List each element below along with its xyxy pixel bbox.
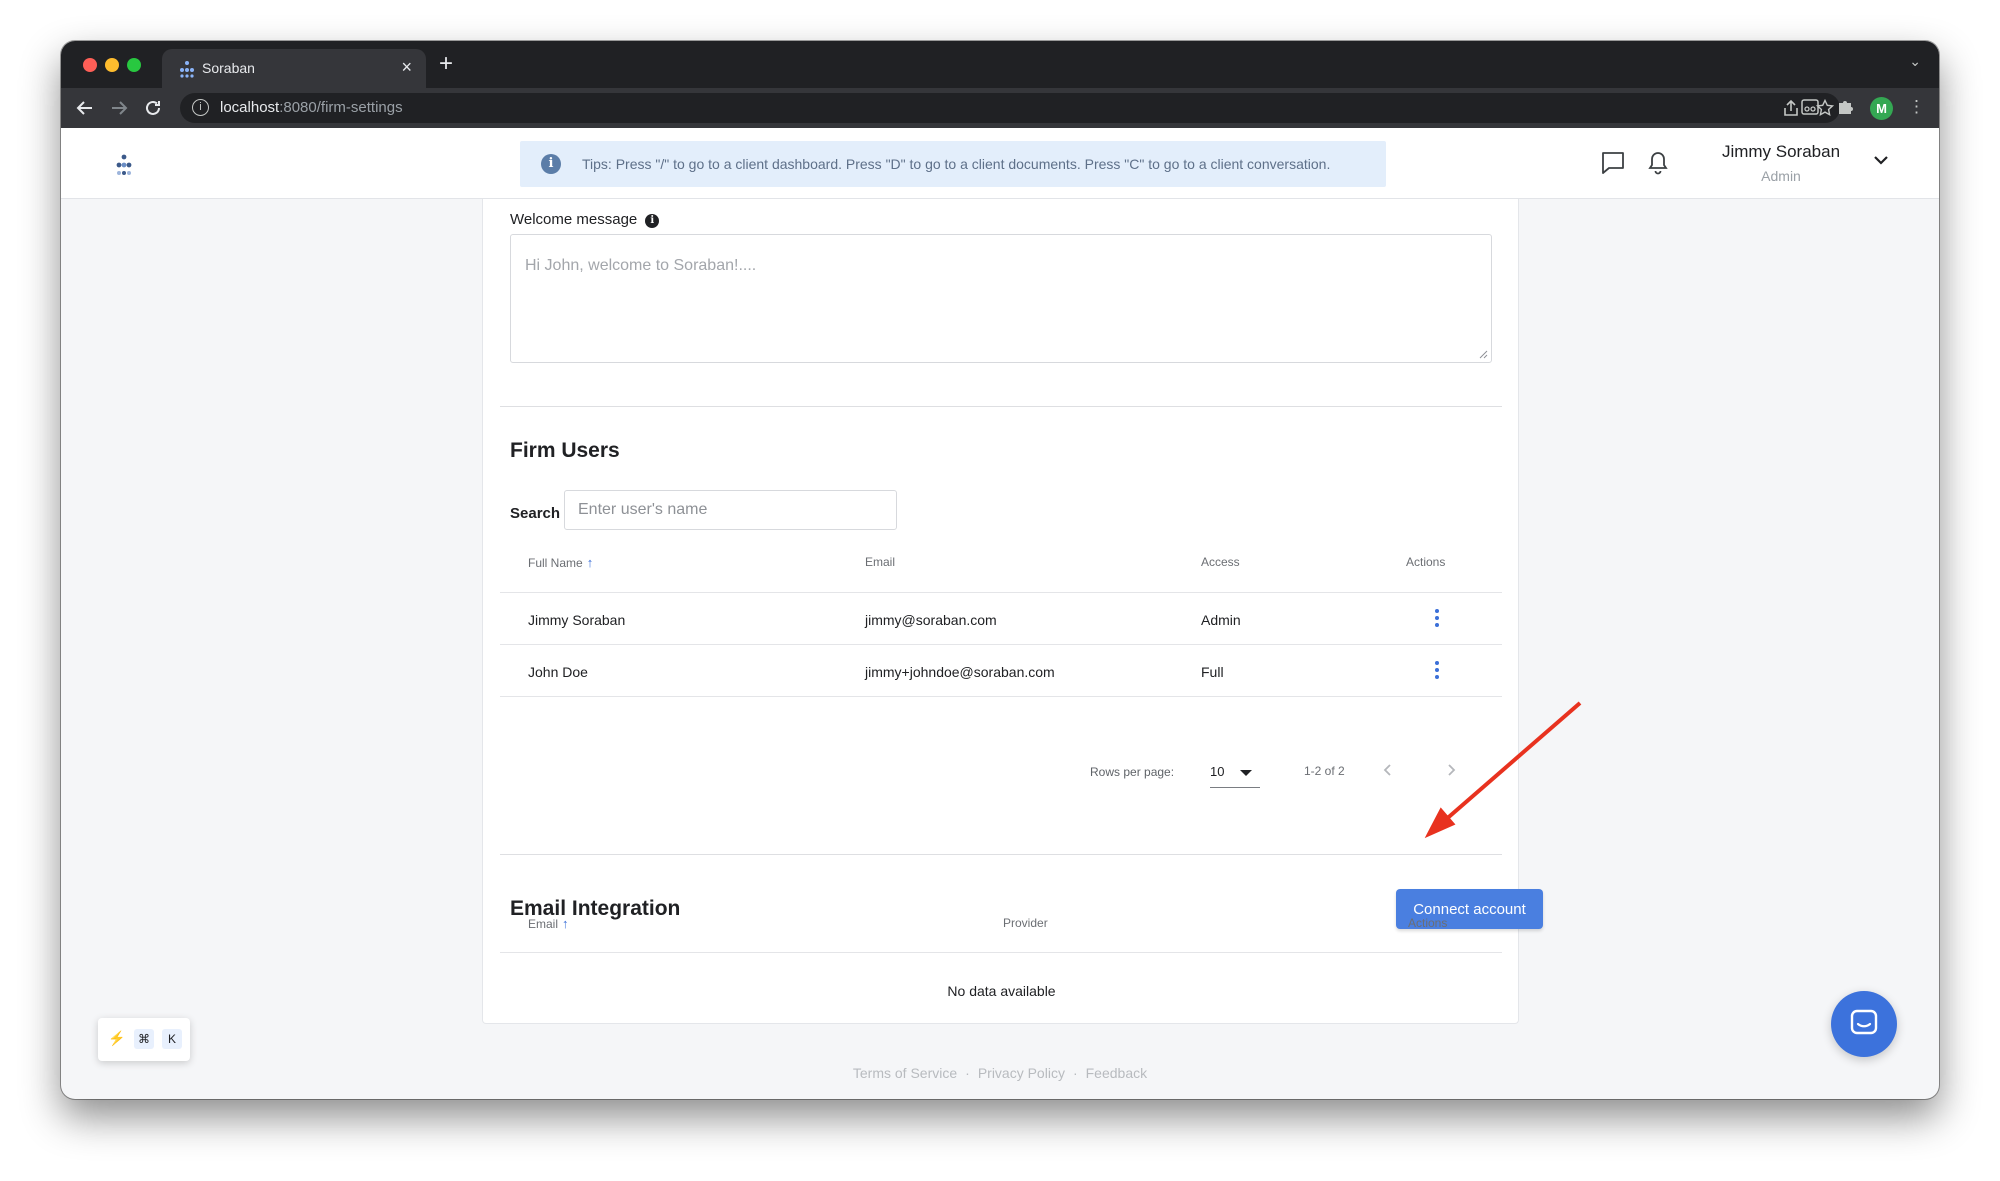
tab-strip: Soraban × + ⌄ bbox=[61, 41, 1939, 88]
reload-icon[interactable] bbox=[143, 98, 163, 118]
search-label: Search bbox=[510, 505, 561, 522]
minimize-window-button[interactable] bbox=[105, 58, 119, 72]
column-header-full-name[interactable]: Full Name ↑ bbox=[528, 555, 593, 570]
new-tab-button[interactable]: + bbox=[439, 50, 453, 78]
browser-menu-icon[interactable]: ⋮ bbox=[1908, 97, 1925, 117]
welcome-message-label: Welcome message i bbox=[510, 211, 660, 228]
footer-links: Terms of Service · Privacy Policy · Feedback bbox=[852, 1065, 1148, 1081]
user-role: Admin bbox=[1761, 168, 1801, 184]
tips-banner: i Tips: Press "/" to go to a client dash… bbox=[520, 141, 1386, 187]
column-header-email[interactable]: Email ↑ bbox=[528, 916, 569, 931]
firm-settings-card: Welcome message i Hi John, welcome to Sor… bbox=[482, 199, 1543, 1024]
soraban-favicon-icon bbox=[180, 61, 194, 78]
url-text[interactable]: localhost:8080/firm-settings bbox=[220, 99, 403, 116]
user-access-cell: Admin bbox=[1201, 612, 1241, 628]
intercom-icon bbox=[1850, 1009, 1878, 1035]
forward-arrow-icon[interactable] bbox=[109, 98, 129, 118]
table-header-divider bbox=[500, 592, 1502, 593]
user-name-cell: John Doe bbox=[528, 664, 588, 680]
k-key: K bbox=[162, 1029, 182, 1049]
app-header: i Tips: Press "/" to go to a client dash… bbox=[61, 128, 1939, 199]
section-divider bbox=[500, 406, 1502, 407]
firm-users-title: Firm Users bbox=[510, 439, 620, 462]
share-icon[interactable] bbox=[1782, 99, 1800, 117]
row-actions-kebab-icon[interactable] bbox=[1434, 609, 1440, 629]
rows-per-page-label: Rows per page: bbox=[1090, 765, 1175, 779]
soraban-logo-icon[interactable] bbox=[113, 154, 135, 176]
chat-icon[interactable] bbox=[1600, 150, 1626, 176]
table-header-divider bbox=[500, 952, 1502, 953]
omnibox[interactable]: i localhost:8080/firm-settings bbox=[180, 93, 1840, 123]
command-bar-launcher[interactable]: ⚡ ⌘ K bbox=[98, 1018, 190, 1061]
column-header-provider[interactable]: Provider bbox=[1003, 916, 1048, 930]
address-bar-row: i localhost:8080/firm-settings M ⋮ bbox=[61, 88, 1939, 128]
user-email-cell: jimmy@soraban.com bbox=[865, 612, 997, 628]
welcome-message-textarea[interactable]: Hi John, welcome to Soraban!.... bbox=[510, 234, 1492, 363]
maximize-window-button[interactable] bbox=[127, 58, 141, 72]
site-info-icon[interactable]: i bbox=[192, 99, 209, 116]
section-divider bbox=[500, 854, 1502, 855]
user-search-input[interactable]: Enter user's name bbox=[564, 490, 897, 530]
sort-up-icon[interactable]: ↑ bbox=[587, 555, 594, 570]
user-name[interactable]: Jimmy Soraban bbox=[1711, 142, 1851, 162]
intercom-launcher[interactable] bbox=[1831, 991, 1897, 1057]
puzzle-icon[interactable] bbox=[1835, 97, 1855, 117]
terms-link[interactable]: Terms of Service bbox=[853, 1065, 957, 1081]
browser-tab[interactable]: Soraban × bbox=[162, 49, 426, 88]
cmd-key: ⌘ bbox=[134, 1029, 154, 1049]
privacy-link[interactable]: Privacy Policy bbox=[978, 1065, 1065, 1081]
back-arrow-icon[interactable] bbox=[75, 98, 95, 118]
column-header-actions: Actions bbox=[1406, 555, 1446, 569]
tab-close-icon[interactable]: × bbox=[401, 57, 412, 78]
column-header-email[interactable]: Email bbox=[865, 555, 895, 569]
chevron-left-icon[interactable] bbox=[1377, 759, 1399, 781]
row-actions-kebab-icon[interactable] bbox=[1434, 661, 1440, 681]
tips-text: Tips: Press "/" to go to a client dashbo… bbox=[582, 156, 1331, 172]
user-search-placeholder: Enter user's name bbox=[578, 501, 708, 518]
welcome-message-placeholder: Hi John, welcome to Soraban!.... bbox=[525, 257, 757, 274]
table-row-divider bbox=[500, 644, 1502, 645]
table-row-divider bbox=[500, 696, 1502, 697]
browser-window: Soraban × + ⌄ i localhost:8080/firm-sett… bbox=[61, 41, 1939, 1099]
tab-search-icon[interactable]: ⌄ bbox=[1909, 53, 1921, 70]
tab-title: Soraban bbox=[202, 60, 255, 76]
caret-down-icon bbox=[1240, 770, 1252, 776]
bell-icon[interactable] bbox=[1645, 150, 1671, 176]
column-header-actions: Actions bbox=[1408, 916, 1448, 930]
bolt-icon: ⚡ bbox=[108, 1030, 126, 1046]
extension-icon[interactable] bbox=[1800, 97, 1820, 117]
user-email-cell: jimmy+johndoe@soraban.com bbox=[865, 664, 1055, 680]
sort-up-icon[interactable]: ↑ bbox=[562, 916, 569, 931]
chevron-right-icon[interactable] bbox=[1440, 759, 1462, 781]
info-icon: i bbox=[541, 154, 561, 174]
user-access-cell: Full bbox=[1201, 664, 1224, 680]
column-header-access[interactable]: Access bbox=[1201, 555, 1240, 569]
profile-avatar[interactable]: M bbox=[1870, 97, 1893, 120]
close-window-button[interactable] bbox=[83, 58, 97, 72]
feedback-link[interactable]: Feedback bbox=[1086, 1065, 1147, 1081]
user-name-cell: Jimmy Soraban bbox=[528, 612, 626, 628]
chevron-down-icon[interactable] bbox=[1871, 150, 1891, 170]
rows-per-page-select[interactable]: 10 bbox=[1210, 754, 1260, 788]
info-icon[interactable]: i bbox=[645, 214, 660, 228]
pagination-range: 1-2 of 2 bbox=[1304, 764, 1345, 778]
empty-table-message: No data available bbox=[947, 983, 1056, 999]
resize-grip-icon[interactable] bbox=[1479, 350, 1488, 359]
